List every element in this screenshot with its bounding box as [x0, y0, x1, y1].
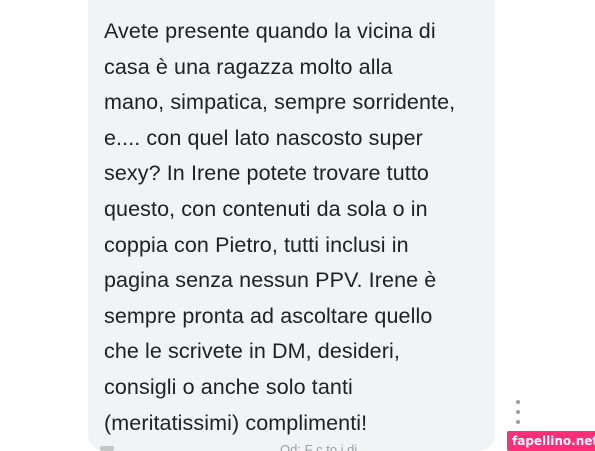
- message-line: pagina senza nessun PPV. Irene è: [104, 268, 437, 293]
- message-line: (meritatissimi) complimenti!: [104, 410, 368, 435]
- message-line: consigli o anche solo tanti: [104, 374, 353, 399]
- message-line: sempre pronta ad ascoltare quello: [104, 303, 433, 328]
- message-line: e.... con quel lato nascosto super: [104, 125, 423, 150]
- message-line: che le scrivete in DM, desideri,: [104, 339, 400, 364]
- cut-off-element: [100, 446, 114, 451]
- message-text: Avete presente quando la vicina di casa …: [104, 14, 489, 441]
- chat-screen: Avete presente quando la vicina di casa …: [0, 0, 595, 451]
- message-line: casa è una ragazza molto alla: [104, 54, 393, 79]
- more-vertical-icon[interactable]: [510, 400, 526, 424]
- watermark-logo: fapellino.net: [507, 431, 595, 451]
- message-line: coppia con Pietro, tutti inclusi in: [104, 232, 409, 257]
- message-line: mano, simpatica, sempre sorridente,: [104, 90, 456, 115]
- message-line: sexy? In Irene potete trovare tutto: [104, 161, 429, 186]
- message-line: Avete presente quando la vicina di: [104, 19, 436, 43]
- cut-off-text: Od: F c to i di: [280, 443, 358, 451]
- message-line: questo, con contenuti da sola o in: [104, 196, 428, 221]
